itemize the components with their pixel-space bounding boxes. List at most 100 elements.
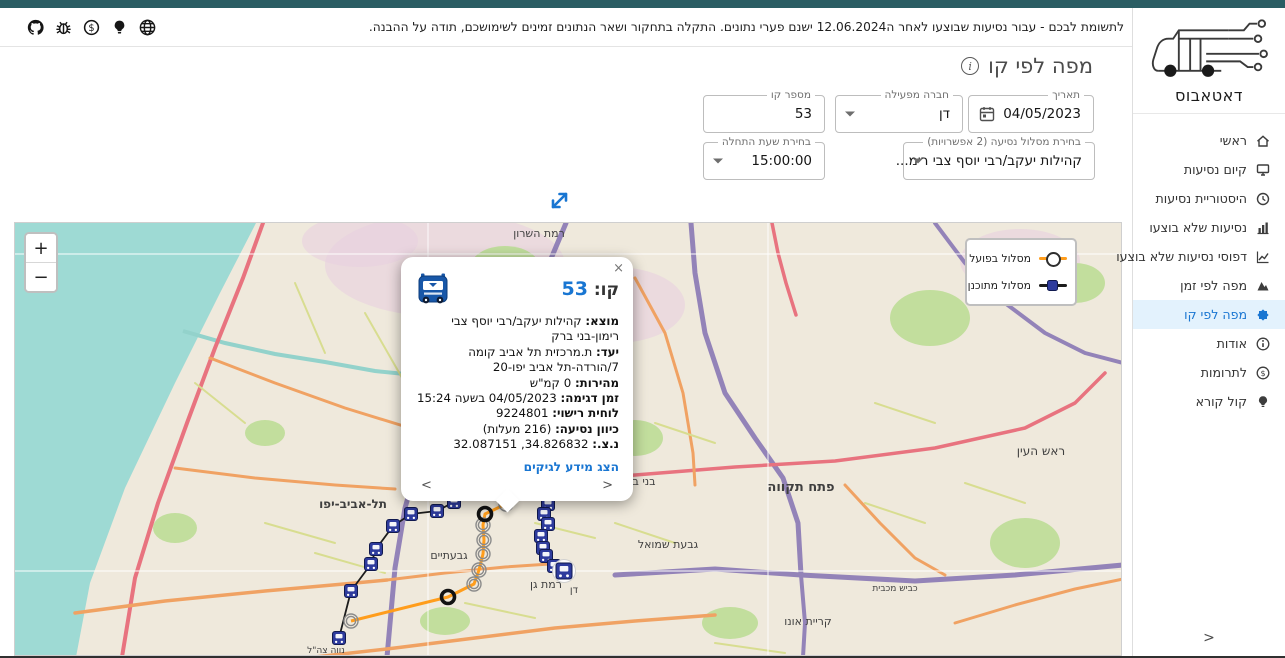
- geek-info-link[interactable]: הצג מידע לגיקים: [415, 460, 619, 474]
- map-place-label: תל-אביב-יפו: [319, 497, 387, 511]
- brand-name: דאטאבוס: [1175, 86, 1243, 105]
- leaflet-map[interactable]: רמת השרון ראש העין פתח תקווה תל-אביב-יפו בני…: [14, 222, 1122, 656]
- info-icon: [1255, 336, 1271, 352]
- title-info-icon[interactable]: i: [961, 57, 980, 75]
- popup-detail-row: זמן דגימה: 04/05/2023 בשעה 15:24: [417, 391, 619, 406]
- svg-text:$: $: [1260, 368, 1265, 377]
- selected-vehicle-marker[interactable]: [555, 562, 573, 580]
- date-field-value: 04/05/2023: [1003, 106, 1081, 122]
- monitor-icon: [1255, 162, 1271, 178]
- bus-stop-marker[interactable]: [364, 557, 378, 571]
- route-select[interactable]: בחירת מסלול נסיעה (2 אפשרויות) קהילות יע…: [896, 136, 1095, 180]
- popup-next-arrow[interactable]: >: [598, 478, 617, 493]
- map-place-label: גבעתיים: [430, 549, 468, 562]
- start-time-select[interactable]: בחירת שעת התחלה 15:00:00: [703, 136, 825, 180]
- bus-stop-marker[interactable]: [430, 504, 444, 518]
- sidebar-item-label: נסיעות שלא בוצעו: [1149, 220, 1247, 235]
- svg-text:$: $: [88, 22, 94, 33]
- sidebar-item-1[interactable]: קיום נסיעות: [1133, 155, 1285, 184]
- bus-stop-marker[interactable]: [404, 507, 418, 521]
- sidebar-collapse-chevron[interactable]: <: [1133, 630, 1285, 646]
- maptime-icon: [1255, 278, 1271, 294]
- chevron-down-icon: [845, 111, 855, 117]
- popup-details: מוצא: קהילות יעקב/רבי יוסף צבי רימון-בני…: [415, 314, 619, 453]
- map-zoom-control: + −: [24, 232, 58, 293]
- map-place-label: רמת השרון: [513, 227, 565, 240]
- sidebar-item-9[interactable]: קול קורא: [1133, 387, 1285, 416]
- sidebar-item-label: ראשי: [1219, 133, 1247, 148]
- chevron-down-icon: [913, 158, 923, 164]
- top-accent-bar: [0, 0, 1285, 8]
- map-place-label: פתח תקווה: [767, 480, 834, 495]
- zoom-in-button[interactable]: +: [26, 234, 56, 262]
- popup-nav: < >: [417, 478, 617, 493]
- sidebar-item-label: קול קורא: [1195, 394, 1247, 409]
- start-time-value: 15:00:00: [751, 153, 812, 169]
- sidebar-item-7[interactable]: אודות: [1133, 329, 1285, 358]
- map-place-label: כביש מכבית: [872, 584, 917, 594]
- bus-stop-marker[interactable]: [534, 529, 548, 543]
- sidebar-item-4[interactable]: דפוסי נסיעות שלא בוצעו: [1116, 242, 1285, 271]
- dollar-icon: $: [1255, 365, 1271, 381]
- sidebar-item-8[interactable]: $ לתרומות: [1133, 358, 1285, 387]
- home-icon: [1255, 133, 1271, 149]
- barchart-icon: [1255, 220, 1271, 236]
- mapline-icon: [1255, 307, 1271, 323]
- line-number-value: 53: [794, 106, 812, 122]
- expand-map-icon[interactable]: [546, 187, 573, 214]
- sidebar-item-label: אודות: [1216, 336, 1247, 351]
- sidebar-item-0[interactable]: ראשי: [1133, 126, 1285, 155]
- sidebar: דאטאבוס ראשי קיום נסיעות היסטוריית נסיעות נ…: [1116, 8, 1285, 656]
- operator-select-value: דן: [938, 106, 950, 122]
- operator-select[interactable]: חברה מפעילה דן: [835, 89, 963, 133]
- page-title: מפה לפי קו: [988, 54, 1093, 78]
- popup-detail-row: יעד: ת.מרכזית תל אביב קומה 7/הורדה-תל אב…: [468, 344, 619, 375]
- sidebar-item-label: מפה לפי זמן: [1180, 278, 1247, 293]
- language-globe-icon[interactable]: [138, 18, 157, 37]
- popup-line-number: 53: [561, 278, 588, 300]
- sidebar-item-6-active[interactable]: מפה לפי קו: [1133, 300, 1285, 329]
- line-number-field[interactable]: מספר קו 53: [703, 89, 825, 133]
- data-gap-notice: לתשומת לבכם - עבור נסיעות שבוצעו לאחר ה1…: [368, 20, 1124, 34]
- date-field[interactable]: תאריך 04/05/2023: [968, 89, 1094, 133]
- zoom-out-button[interactable]: −: [26, 262, 56, 291]
- logo[interactable]: דאטאבוס: [1133, 8, 1285, 114]
- popup-detail-row: מהירות: 0 קמ"ש: [529, 375, 619, 390]
- map-place-label: קריית אונו: [784, 615, 831, 628]
- history-icon: [1255, 191, 1271, 207]
- bus-stop-marker[interactable]: [386, 519, 400, 533]
- popup-detail-row: מוצא: קהילות יעקב/רבי יוסף צבי רימון-בני…: [451, 314, 619, 344]
- map-place-label: גבעת שמואל: [638, 538, 699, 551]
- sidebar-item-2[interactable]: היסטוריית נסיעות: [1133, 184, 1285, 213]
- page-title-row: מפה לפי קו i: [961, 54, 1093, 78]
- databus-logo-icon: [1151, 19, 1268, 77]
- sidebar-item-label: לתרומות: [1200, 365, 1247, 380]
- popup-line-title: קו: 53: [561, 278, 619, 300]
- sidebar-item-label: קיום נסיעות: [1183, 162, 1247, 177]
- map-place-label: נווה צה"ל: [307, 646, 345, 655]
- bus-stop-marker[interactable]: [332, 631, 346, 645]
- sidebar-item-3[interactable]: נסיעות שלא בוצעו: [1133, 213, 1285, 242]
- github-icon[interactable]: [26, 18, 45, 37]
- donate-icon[interactable]: $: [82, 18, 101, 37]
- popup-detail-row: נ.צ.: 34.826832, 32.087151: [453, 437, 619, 452]
- sidebar-item-5[interactable]: מפה לפי זמן: [1133, 271, 1285, 300]
- popup-prev-arrow[interactable]: <: [417, 478, 436, 493]
- calendar-icon[interactable]: [978, 105, 996, 123]
- popup-close-icon[interactable]: ×: [613, 262, 624, 275]
- vehicle-popup: × קו: 53 מוצא: קהילות יעקב/רבי יוסף צבי …: [401, 257, 633, 513]
- bus-stop-marker[interactable]: [344, 584, 358, 598]
- databus-app: $ לתשומת לבכם - עבור נסיעות שבוצעו לאחר …: [0, 0, 1285, 658]
- bus-stop-marker[interactable]: [369, 542, 383, 556]
- legend-planned-route: מסלול מתוכנן: [968, 272, 1067, 299]
- bulb-icon: [1255, 394, 1271, 410]
- header-icons: $: [26, 8, 157, 46]
- bus-icon: [415, 271, 451, 307]
- sidebar-menu: ראשי קיום נסיעות היסטוריית נסיעות נסיעות של…: [1116, 126, 1285, 416]
- header-bar: $ לתשומת לבכם - עבור נסיעות שבוצעו לאחר …: [0, 8, 1132, 47]
- bus-stop-marker[interactable]: [541, 517, 555, 531]
- chevron-down-icon: [713, 158, 723, 164]
- popup-detail-row: לוחית רישוי: 9224801: [496, 406, 619, 421]
- bug-report-icon[interactable]: [54, 18, 73, 37]
- idea-icon[interactable]: [110, 18, 129, 37]
